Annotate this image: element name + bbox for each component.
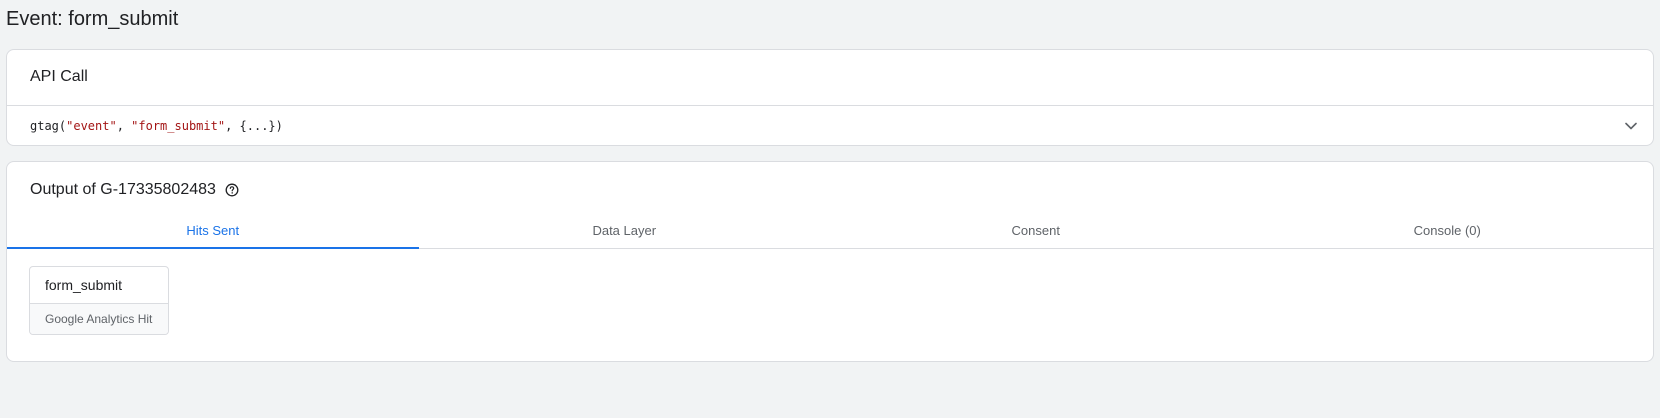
api-call-title: API Call (30, 68, 88, 85)
output-title: Output of G-17335802483 (30, 181, 216, 198)
page: Event: form_submit API Call gtag("event"… (0, 0, 1660, 418)
code-arg-name: "form_submit" (131, 119, 226, 133)
chevron-down-icon[interactable] (1623, 118, 1639, 134)
help-circle-icon[interactable] (224, 182, 240, 198)
tab-console[interactable]: Console (0) (1242, 213, 1654, 248)
output-title-row: Output of G-17335802483 (30, 179, 240, 201)
page-title: Event: form_submit (6, 8, 179, 30)
api-call-code: gtag("event", "form_submit", {...}) (30, 119, 283, 133)
code-arg-event: "event" (66, 119, 117, 133)
hit-card[interactable]: form_submit Google Analytics Hit (29, 266, 169, 335)
code-fn: gtag( (30, 119, 67, 133)
output-tabs: Hits Sent Data Layer Consent Console (0) (7, 213, 1653, 249)
output-card: Output of G-17335802483 Hits Sent Data L… (6, 161, 1654, 362)
code-sep: , (116, 119, 132, 133)
hit-type: Google Analytics Hit (30, 304, 168, 334)
api-call-card: API Call gtag("event", "form_submit", {.… (6, 49, 1654, 146)
tab-consent[interactable]: Consent (830, 213, 1242, 248)
code-rest: , {...}) (225, 119, 283, 133)
api-call-expand-row[interactable]: gtag("event", "form_submit", {...}) (7, 106, 1653, 146)
hit-name: form_submit (30, 267, 168, 304)
tab-data-layer[interactable]: Data Layer (419, 213, 831, 248)
tab-hits-sent[interactable]: Hits Sent (7, 213, 419, 249)
